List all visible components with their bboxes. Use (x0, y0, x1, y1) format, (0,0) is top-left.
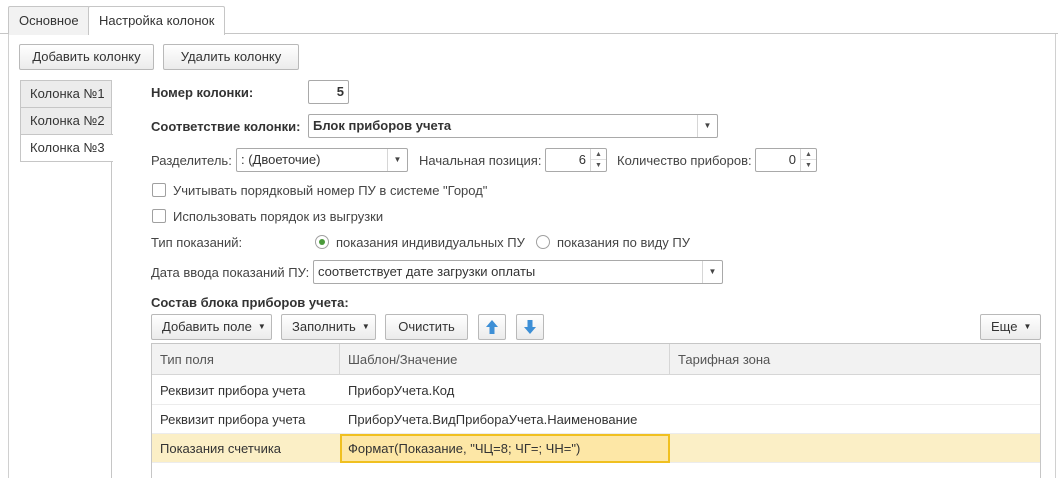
chevron-down-icon: ▼ (257, 322, 266, 331)
start-position-value: 6 (578, 152, 586, 167)
chevron-down-icon[interactable]: ▼ (697, 115, 717, 137)
individual-readings-radio[interactable] (315, 235, 329, 249)
arrow-up-icon (486, 320, 498, 334)
cell-field-type: Реквизит прибора учета (160, 412, 306, 427)
column-number-label: Номер колонки: (151, 85, 254, 100)
table-header: Тип поля Шаблон/Значение Тарифная зона (152, 344, 1040, 375)
start-position-input[interactable]: 6 ▲ ▼ (545, 148, 607, 172)
more-button[interactable]: Еще ▼ (980, 314, 1041, 340)
reading-date-label: Дата ввода показаний ПУ: (151, 265, 310, 280)
device-count-value: 0 (788, 152, 796, 167)
delete-column-button[interactable]: Удалить колонку (163, 44, 299, 70)
spinner-icon[interactable]: ▲ ▼ (800, 149, 816, 171)
table-row-selected[interactable]: Показания счетчика Формат(Показание, "ЧЦ… (152, 434, 1040, 463)
add-column-button[interactable]: Добавить колонку (19, 44, 154, 70)
start-position-label: Начальная позиция: (419, 153, 542, 168)
cell-tariff-zone (670, 405, 1040, 434)
separator-select[interactable]: : (Двоеточие) ▼ (236, 148, 408, 172)
header-tariff-zone[interactable]: Тарифная зона (670, 344, 1040, 375)
mapping-value: Блок приборов учета (313, 118, 452, 133)
mapping-select[interactable]: Блок приборов учета ▼ (308, 114, 718, 138)
table-row[interactable]: Реквизит прибора учета ПриборУчета.Код (152, 376, 1040, 405)
reading-date-value: соответствует дате загрузки оплаты (318, 264, 536, 279)
header-field-type[interactable]: Тип поля (152, 344, 340, 375)
cell-tariff-zone (670, 434, 1040, 463)
separator-value: : (Двоеточие) (241, 152, 321, 167)
tab-main[interactable]: Основное (8, 6, 90, 35)
cell-field-type: Показания счетчика (160, 441, 282, 456)
export-order-checkbox[interactable] (152, 209, 166, 223)
reading-type-label: Тип показаний: (151, 235, 243, 250)
device-count-label: Количество приборов: (617, 153, 752, 168)
column-number-input[interactable]: 5 (308, 80, 349, 104)
fields-table: Тип поля Шаблон/Значение Тарифная зона Р… (151, 343, 1041, 478)
header-template[interactable]: Шаблон/Значение (340, 344, 670, 375)
mapping-label: Соответствие колонки: (151, 119, 301, 134)
chevron-down-icon: ▼ (1023, 322, 1032, 331)
by-type-readings-label: показания по виду ПУ (557, 235, 690, 250)
add-field-label: Добавить поле (162, 319, 252, 334)
export-order-checkbox-label: Использовать порядок из выгрузки (173, 209, 384, 224)
fill-label: Заполнить (292, 319, 356, 334)
top-tab-bar: Основное Настройка колонок (0, 0, 1058, 35)
spinner-icon[interactable]: ▲ ▼ (590, 149, 606, 171)
chevron-down-icon: ▼ (361, 322, 370, 331)
column-tab-3[interactable]: Колонка №3 (20, 134, 113, 162)
block-title: Состав блока приборов учета: (151, 295, 349, 310)
column-tab-1[interactable]: Колонка №1 (20, 80, 112, 108)
move-down-button[interactable] (516, 314, 544, 340)
separator-label: Разделитель: (151, 153, 232, 168)
table-row[interactable]: Реквизит прибора учета ПриборУчета.ВидПр… (152, 405, 1040, 434)
cell-field-type: Реквизит прибора учета (160, 383, 306, 398)
move-up-button[interactable] (478, 314, 506, 340)
cell-template: ПриборУчета.ВидПрибораУчета.Наименование (348, 412, 638, 427)
tab-column-settings[interactable]: Настройка колонок (88, 6, 226, 35)
chevron-down-icon[interactable]: ▼ (702, 261, 722, 283)
cell-tariff-zone (670, 376, 1040, 405)
chevron-down-icon[interactable]: ▼ (387, 149, 407, 171)
more-label: Еще (991, 319, 1018, 334)
add-field-button[interactable]: Добавить поле ▼ (151, 314, 272, 340)
city-number-checkbox-label: Учитывать порядковый номер ПУ в системе … (173, 183, 488, 198)
clear-button[interactable]: Очистить (385, 314, 468, 340)
cell-template-editing[interactable]: Формат(Показание, "ЧЦ=8; ЧГ=; ЧН=") (340, 434, 670, 463)
cell-template: ПриборУчета.Код (348, 383, 455, 398)
column-tab-2[interactable]: Колонка №2 (20, 107, 112, 135)
reading-date-select[interactable]: соответствует дате загрузки оплаты ▼ (313, 260, 723, 284)
individual-readings-label: показания индивидуальных ПУ (336, 235, 525, 250)
fill-button[interactable]: Заполнить ▼ (281, 314, 376, 340)
city-number-checkbox[interactable] (152, 183, 166, 197)
by-type-readings-radio[interactable] (536, 235, 550, 249)
device-count-input[interactable]: 0 ▲ ▼ (755, 148, 817, 172)
arrow-down-icon (524, 320, 536, 334)
